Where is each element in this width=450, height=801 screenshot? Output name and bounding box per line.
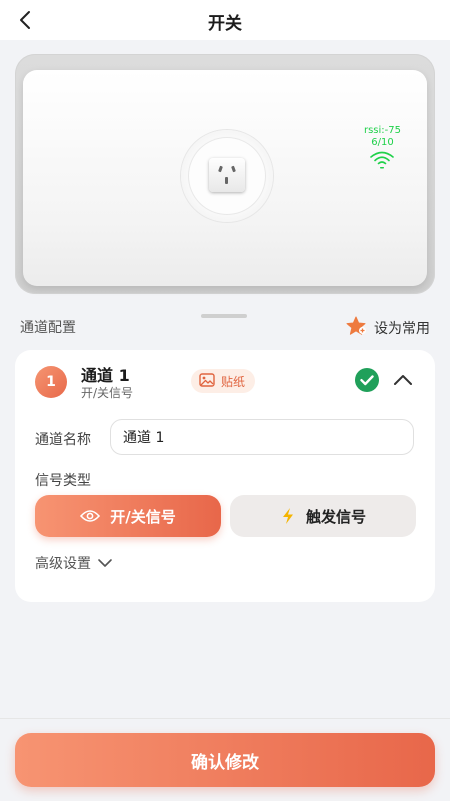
channel-subtitle: 开/关信号 <box>81 386 134 400</box>
channel-card: 1 通道 1 开/关信号 贴纸 通道名称 信号类型 开/关信号 <box>15 350 435 602</box>
chevron-down-icon <box>97 554 113 573</box>
signal-option-onoff[interactable]: 开/关信号 <box>35 495 221 537</box>
signal-option-trigger[interactable]: 触发信号 <box>230 495 416 537</box>
signal-status: rssi:-75 6/10 <box>364 125 401 170</box>
signal-level: 6/10 <box>371 137 394 148</box>
signal-option-onoff-label: 开/关信号 <box>110 507 176 526</box>
signal-type-label: 信号类型 <box>35 473 91 489</box>
channel-number-badge: 1 <box>35 366 67 398</box>
advanced-settings-toggle[interactable]: 高级设置 <box>35 553 113 573</box>
set-favorite-button[interactable]: 设为常用 <box>346 316 430 340</box>
sticker-button[interactable]: 贴纸 <box>191 369 256 393</box>
section-title: 通道配置 <box>20 320 76 336</box>
star-icon <box>346 316 368 340</box>
top-bar: 开关 <box>0 0 450 40</box>
device-panel <box>23 70 427 318</box>
channel-name: 通道 1 <box>81 366 130 385</box>
favorite-label: 设为常用 <box>374 321 430 337</box>
device-preview: rssi:-75 6/10 <box>15 54 435 318</box>
wifi-icon <box>369 150 395 170</box>
chevron-up-icon[interactable] <box>391 368 415 392</box>
section-header: 通道配置 设为常用 <box>20 316 430 337</box>
advanced-settings-label: 高级设置 <box>35 556 91 572</box>
image-icon <box>199 372 215 391</box>
eye-icon <box>80 509 101 523</box>
signal-option-trigger-label: 触发信号 <box>305 507 366 526</box>
page-title: 开关 <box>208 14 242 34</box>
socket-icon <box>181 130 273 222</box>
rssi-value: rssi:-75 <box>363 125 401 136</box>
check-icon <box>355 368 379 392</box>
confirm-button[interactable]: 确认修改 <box>15 733 435 787</box>
channel-name-input[interactable] <box>110 419 414 455</box>
lightning-icon <box>280 507 296 525</box>
channel-name-label: 通道名称 <box>35 432 91 448</box>
sticker-label: 贴纸 <box>221 374 246 389</box>
